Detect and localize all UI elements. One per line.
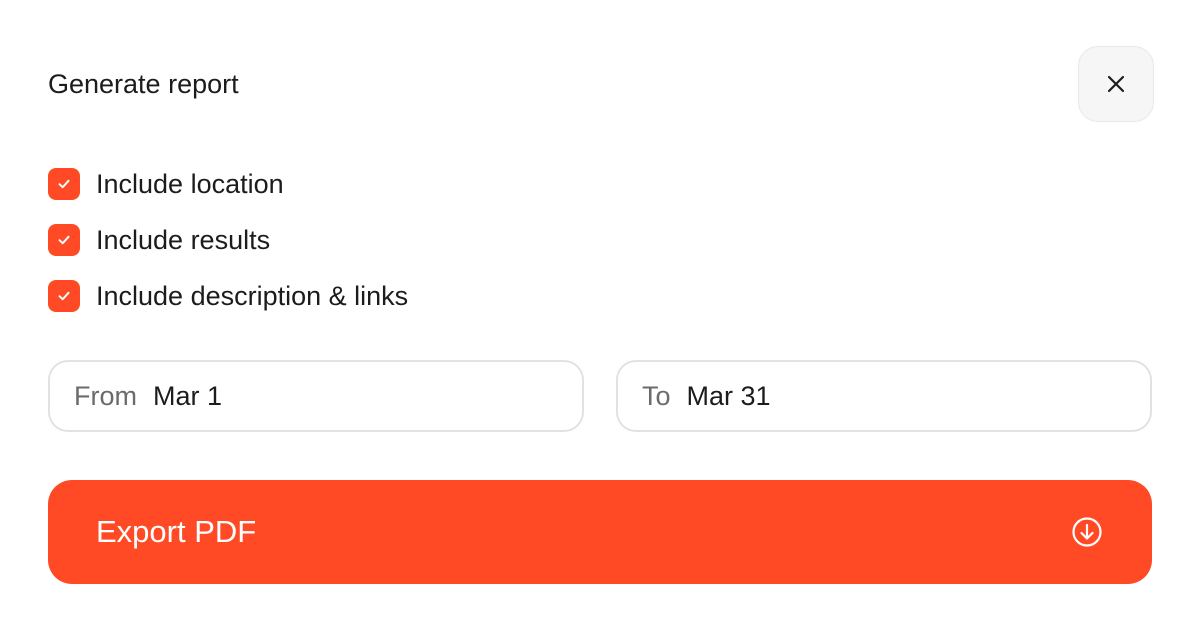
option-include-results[interactable]: Include results <box>48 222 408 258</box>
date-to-prefix: To <box>642 380 671 411</box>
date-from-value: Mar 1 <box>153 380 223 411</box>
dialog-title: Generate report <box>48 69 239 99</box>
date-from-prefix: From <box>74 380 137 411</box>
date-from-field[interactable]: From Mar 1 <box>48 360 584 432</box>
checkmark-icon <box>58 179 70 189</box>
option-include-description-links[interactable]: Include description & links <box>48 278 408 314</box>
options-list: Include location Include results Include… <box>48 166 408 334</box>
checkmark-icon <box>58 235 70 245</box>
close-button[interactable] <box>1078 46 1154 122</box>
option-include-location[interactable]: Include location <box>48 166 408 202</box>
checkbox-include-results[interactable] <box>48 224 80 256</box>
checkbox-include-description-links[interactable] <box>48 280 80 312</box>
close-icon <box>1107 75 1125 93</box>
date-to-field[interactable]: To Mar 31 <box>616 360 1152 432</box>
date-to-value: Mar 31 <box>686 380 771 411</box>
checkmark-icon <box>58 291 70 301</box>
export-button-label: Export PDF <box>96 514 257 549</box>
option-label: Include results <box>96 225 271 255</box>
generate-report-dialog: Generate report Include location Include… <box>0 0 1200 632</box>
download-circle-icon <box>1070 515 1104 549</box>
option-label: Include location <box>96 169 284 199</box>
option-label: Include description & links <box>96 281 409 311</box>
checkbox-include-location[interactable] <box>48 168 80 200</box>
export-pdf-button[interactable]: Export PDF <box>48 480 1152 584</box>
